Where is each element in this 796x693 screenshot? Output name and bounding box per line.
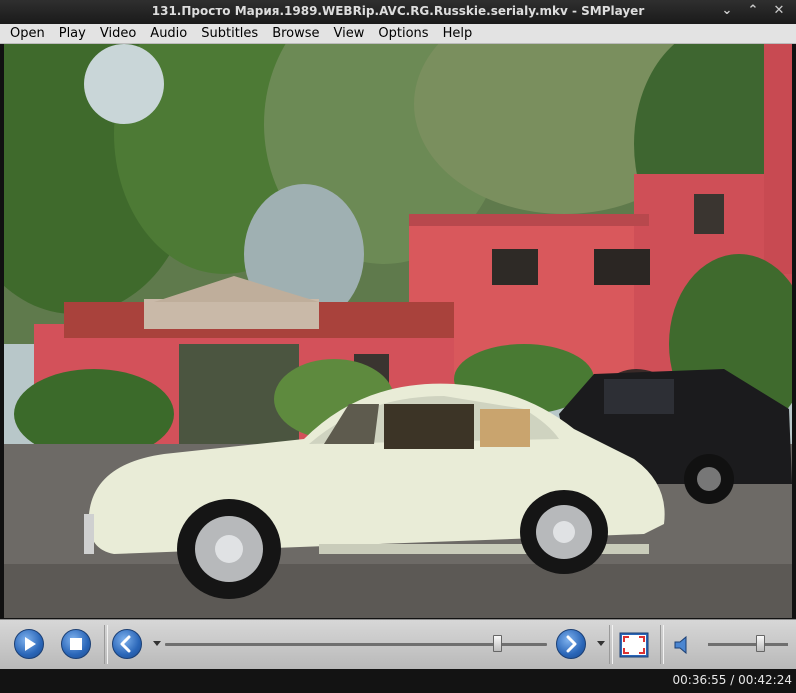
- menu-play[interactable]: Play: [52, 24, 93, 42]
- toolbar-separator: [660, 625, 664, 664]
- menu-subtitles[interactable]: Subtitles: [194, 24, 265, 42]
- time-separator: /: [726, 673, 739, 687]
- title-bar[interactable]: 131.Просто Мария.1989.WEBRip.AVC.RG.Russ…: [0, 0, 796, 24]
- minimize-button[interactable]: ⌄: [720, 3, 734, 18]
- current-time: 00:36:55: [672, 673, 727, 687]
- video-area[interactable]: [4, 44, 792, 618]
- fullscreen-icon: [619, 632, 649, 658]
- window-title: 131.Просто Мария.1989.WEBRip.AVC.RG.Russ…: [151, 4, 645, 18]
- menu-options[interactable]: Options: [371, 24, 435, 42]
- maximize-button[interactable]: ⌃: [746, 3, 760, 18]
- menu-open[interactable]: Open: [3, 24, 52, 42]
- close-button[interactable]: ✕: [772, 3, 786, 18]
- forward-dropdown-icon[interactable]: [597, 641, 605, 646]
- forward-icon: [566, 635, 577, 653]
- stop-icon: [70, 638, 82, 650]
- window-controls: ⌄ ⌃ ✕: [720, 3, 786, 18]
- smplayer-window: 131.Просто Мария.1989.WEBRip.AVC.RG.Russ…: [0, 0, 796, 693]
- volume-handle[interactable]: [756, 635, 765, 652]
- menu-help[interactable]: Help: [436, 24, 480, 42]
- video-frame: [4, 44, 792, 618]
- play-button[interactable]: [14, 629, 44, 659]
- menu-browse[interactable]: Browse: [265, 24, 326, 42]
- rewind-button[interactable]: [112, 629, 142, 659]
- total-time: 00:42:24: [738, 673, 792, 687]
- control-bar: [0, 619, 796, 669]
- rewind-dropdown-icon[interactable]: [153, 641, 161, 646]
- status-bar: 00:36:55 / 00:42:24: [0, 669, 796, 693]
- menu-audio[interactable]: Audio: [143, 24, 194, 42]
- fullscreen-button[interactable]: [619, 632, 649, 658]
- toolbar-separator: [104, 625, 108, 664]
- speaker-icon: [674, 635, 687, 655]
- time-display: 00:36:55 / 00:42:24: [673, 673, 792, 687]
- menu-video[interactable]: Video: [93, 24, 143, 42]
- menu-bar: Open Play Video Audio Subtitles Browse V…: [0, 24, 796, 44]
- stop-button[interactable]: [61, 629, 91, 659]
- seek-handle[interactable]: [492, 635, 502, 652]
- rewind-icon: [120, 635, 131, 653]
- toolbar-separator: [609, 625, 613, 664]
- seek-bar[interactable]: [165, 643, 547, 646]
- menu-view[interactable]: View: [327, 24, 372, 42]
- forward-button[interactable]: [556, 629, 586, 659]
- mute-button[interactable]: [672, 634, 694, 656]
- volume-slider[interactable]: [708, 643, 788, 646]
- play-icon: [25, 637, 36, 651]
